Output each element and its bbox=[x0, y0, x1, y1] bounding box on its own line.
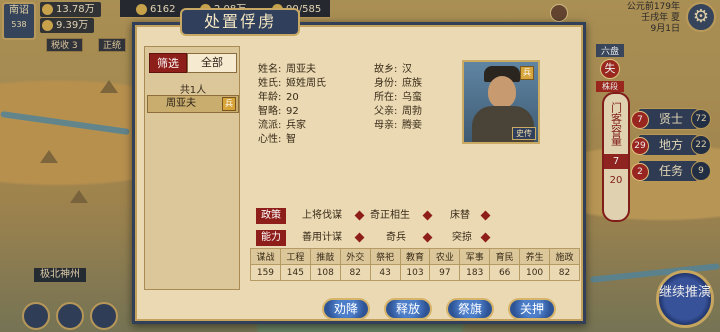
stats-value-row: 159 145 108 82 43 103 97 183 66 100 82 bbox=[250, 264, 580, 281]
prisoner-portrait[interactable]: 兵 史传 bbox=[462, 60, 540, 144]
field-school: 流派: 兵家 bbox=[258, 120, 306, 131]
strategy-item[interactable]: 上将伐谋 bbox=[302, 208, 342, 224]
field-clan: 姓氏: 姬姓周氏 bbox=[258, 78, 326, 89]
diamond-icon bbox=[480, 210, 491, 221]
diamond-icon bbox=[354, 232, 365, 243]
field-temperament: 心性: 智 bbox=[258, 134, 296, 145]
filter-button[interactable]: 筛选 bbox=[149, 53, 187, 73]
field-name: 姓名: 周亚夫 bbox=[258, 64, 316, 75]
stats-header-row: 谋战 工程 推敲 外交 祭祀 教育 农业 军事 育民 养生 施政 bbox=[250, 248, 580, 265]
military-badge-icon: 兵 bbox=[222, 97, 236, 111]
ability-category: 能力 bbox=[256, 230, 286, 246]
dialog-title: 处置俘虏 bbox=[180, 8, 300, 36]
field-intellect: 智略: 92 bbox=[258, 106, 299, 117]
prisoner-list-item[interactable]: 周亚夫 兵 bbox=[147, 95, 239, 113]
all-filter-button[interactable]: 全部 bbox=[187, 53, 237, 73]
stats-table: 谋战 工程 推敲 外交 祭祀 教育 农业 军事 育民 养生 施政 159 145 108 82 43 103 9… bbox=[250, 248, 580, 281]
field-age: 年龄: 20 bbox=[258, 92, 299, 103]
release-button[interactable]: 释放 bbox=[384, 298, 432, 320]
strategy-category: 政策 bbox=[256, 208, 286, 224]
diamond-icon bbox=[354, 210, 365, 221]
portrait-head bbox=[488, 76, 516, 108]
filter-row: 筛选 全部 bbox=[149, 53, 237, 73]
ability-item[interactable]: 奇兵 bbox=[386, 230, 406, 246]
diamond-icon bbox=[422, 232, 433, 243]
ability-item[interactable]: 善用计谋 bbox=[302, 230, 342, 246]
strategy-row: 政策 上将伐谋 奇正相生 床替 bbox=[256, 208, 578, 224]
ability-item[interactable]: 突掠 bbox=[452, 230, 472, 246]
field-father: 父亲: 周勃 bbox=[374, 106, 422, 117]
strategy-item[interactable]: 奇正相生 bbox=[370, 208, 410, 224]
field-status: 身份: 庶族 bbox=[374, 78, 422, 89]
field-hometown: 故乡: 汉 bbox=[374, 64, 412, 75]
imprison-button[interactable]: 关押 bbox=[508, 298, 556, 320]
diamond-icon bbox=[422, 210, 433, 221]
sacrifice-button[interactable]: 祭旗 bbox=[446, 298, 494, 320]
action-button-row: 劝降 释放 祭旗 关押 bbox=[322, 298, 556, 320]
military-badge-icon: 兵 bbox=[520, 66, 534, 80]
prisoner-list-panel: 筛选 全部 共1人 周亚夫 兵 bbox=[144, 46, 240, 290]
diamond-icon bbox=[480, 232, 491, 243]
prisoner-count: 共1人 bbox=[179, 85, 207, 96]
strategy-item[interactable]: 床替 bbox=[450, 208, 470, 224]
field-mother: 母亲: 腾妾 bbox=[374, 120, 422, 131]
ability-row: 能力 善用计谋 奇兵 突掠 bbox=[256, 230, 578, 246]
biography-tag[interactable]: 史传 bbox=[512, 127, 536, 140]
persuade-button[interactable]: 劝降 bbox=[322, 298, 370, 320]
field-location: 所在: 乌蛮 bbox=[374, 92, 422, 103]
